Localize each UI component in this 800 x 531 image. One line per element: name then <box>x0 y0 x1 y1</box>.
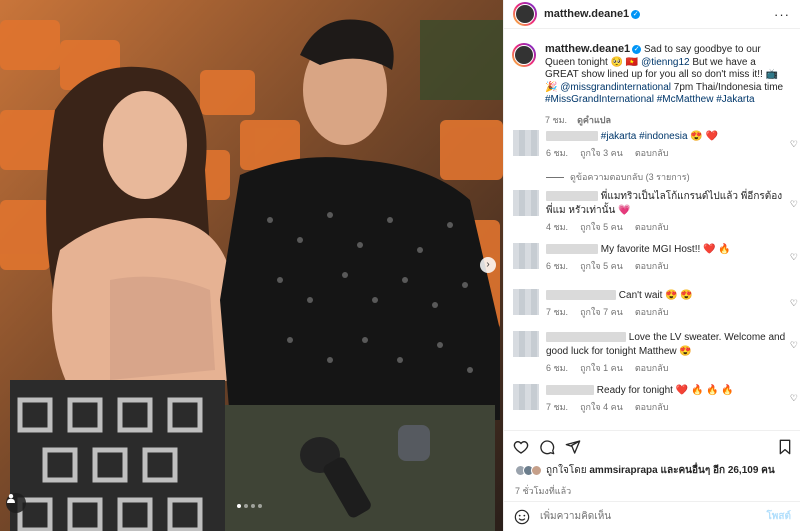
comment-likes[interactable]: ถูกใจ 3 คน <box>580 148 623 158</box>
tagged-users-button[interactable] <box>6 493 26 513</box>
next-photo-button[interactable]: › <box>480 257 496 273</box>
comment-avatar[interactable] <box>513 384 539 410</box>
carousel-dots <box>237 504 262 508</box>
see-translation-link[interactable]: ดูคำแปล <box>577 115 611 125</box>
post-header: matthew.deane1 ✓ ··· <box>504 0 800 29</box>
post-comment-button[interactable]: โพสต์ <box>766 509 791 524</box>
blurred-username[interactable] <box>546 332 626 343</box>
avatar[interactable] <box>513 2 537 26</box>
user-icon <box>7 494 15 503</box>
post-caption: matthew.deane1 ✓ Sad to say goodbye to ou… <box>504 29 800 126</box>
liked-by-user[interactable]: ammsiraprapa <box>589 465 657 476</box>
post-details-panel: matthew.deane1 ✓ ··· matthew.deane1 ✓ Sad… <box>503 0 800 531</box>
comment-time: 4 ชม. <box>546 222 569 232</box>
chevron-right-icon: › <box>486 259 490 270</box>
comment-avatar[interactable] <box>513 130 539 156</box>
blurred-username[interactable] <box>546 131 598 142</box>
emoji-icon[interactable] <box>514 509 530 525</box>
comment-time: 6 ชม. <box>546 148 569 158</box>
post-username[interactable]: matthew.deane1 <box>544 8 629 20</box>
more-horizontal-icon[interactable]: ··· <box>774 7 790 22</box>
reply-button[interactable]: ตอบกลับ <box>635 402 669 412</box>
heart-outline-icon[interactable]: ♡ <box>790 340 798 351</box>
carousel-dot <box>244 504 248 508</box>
bookmark-icon[interactable] <box>778 439 792 455</box>
heart-icon[interactable] <box>513 439 529 455</box>
comment-avatar[interactable] <box>513 243 539 269</box>
caption-text-3: 7pm Thai/Indonesia time <box>671 81 784 93</box>
verified-badge-icon: ✓ <box>631 9 641 19</box>
photo-illustration <box>0 0 503 531</box>
mention-link[interactable]: @missgrandinternational <box>560 82 671 93</box>
caption-avatar[interactable] <box>512 43 536 67</box>
comment-avatar[interactable] <box>513 289 539 315</box>
hashtag-link[interactable]: #MissGrandInternational <box>545 94 654 105</box>
heart-outline-icon[interactable]: ♡ <box>790 139 798 150</box>
caption-username[interactable]: matthew.deane1 <box>545 43 630 55</box>
reply-button[interactable]: ตอบกลับ <box>635 363 669 373</box>
likes-summary[interactable]: ถูกใจโดย ammsiraprapa และคนอื่นๆ อีก 26,… <box>504 463 800 478</box>
comment-hashtags[interactable]: #jakarta #indonesia <box>601 131 688 142</box>
post-actions: ถูกใจโดย ammsiraprapa และคนอื่นๆ อีก 26,… <box>504 430 800 496</box>
reply-button[interactable]: ตอบกลับ <box>635 261 669 271</box>
carousel-dot <box>258 504 262 508</box>
comment-likes[interactable]: ถูกใจ 7 คน <box>580 307 623 317</box>
blurred-username[interactable] <box>546 385 594 396</box>
add-comment-bar: เพิ่มความคิดเห็น โพสต์ <box>504 501 800 531</box>
blurred-username[interactable] <box>546 191 598 202</box>
liked-by-count[interactable]: และคนอื่นๆ อีก 26,109 คน <box>658 465 775 476</box>
comment-icon[interactable] <box>539 439 555 455</box>
comment-text: My favorite MGI Host!! ❤️ 🔥 <box>600 244 731 255</box>
carousel-dot <box>251 504 255 508</box>
comment-time: 7 ชม. <box>546 307 569 317</box>
reply-button[interactable]: ตอบกลับ <box>635 307 669 317</box>
comment-avatar[interactable] <box>513 331 539 357</box>
heart-outline-icon[interactable]: ♡ <box>790 252 798 263</box>
liker-avatar <box>531 465 542 476</box>
comment-avatar[interactable] <box>513 190 539 216</box>
comment-emoji: 😍 ❤️ <box>687 131 718 142</box>
heart-outline-icon[interactable]: ♡ <box>790 298 798 309</box>
comment-text: Can't wait 😍 😍 <box>618 290 693 301</box>
reply-button[interactable]: ตอบกลับ <box>635 222 669 232</box>
view-replies-button[interactable]: ดูข้อความตอบกลับ (3 รายการ) <box>546 170 690 184</box>
comment-input[interactable]: เพิ่มความคิดเห็น <box>540 509 611 524</box>
reply-button[interactable]: ตอบกลับ <box>635 148 669 158</box>
heart-outline-icon[interactable]: ♡ <box>790 199 798 210</box>
comment-time: 7 ชม. <box>546 402 569 412</box>
post-time-ago: 7 ชั่วโมงที่แล้ว <box>515 486 572 496</box>
comment-likes[interactable]: ถูกใจ 4 คน <box>580 402 623 412</box>
comment-time: 6 ชม. <box>546 261 569 271</box>
hashtag-link[interactable]: #McMatthew <box>657 94 714 105</box>
mention-link[interactable]: @tienng12 <box>641 57 690 68</box>
liked-by-label: ถูกใจโดย <box>546 465 590 476</box>
comment-likes[interactable]: ถูกใจ 1 คน <box>580 363 623 373</box>
caption-time: 7 ชม. <box>545 114 568 125</box>
share-icon[interactable] <box>565 439 581 455</box>
comment-time: 6 ชม. <box>546 363 569 373</box>
post-photo[interactable]: › <box>0 0 503 531</box>
verified-badge-icon: ✓ <box>632 44 642 54</box>
blurred-username[interactable] <box>546 290 616 301</box>
blurred-username[interactable] <box>546 244 598 255</box>
comment-likes[interactable]: ถูกใจ 5 คน <box>580 222 623 232</box>
comment-likes[interactable]: ถูกใจ 5 คน <box>580 261 623 271</box>
carousel-dot <box>237 504 241 508</box>
hashtag-link[interactable]: #Jakarta <box>716 94 754 105</box>
comment-text: Ready for tonight ❤️ 🔥 🔥 🔥 <box>596 385 734 396</box>
heart-outline-icon[interactable]: ♡ <box>790 393 798 404</box>
